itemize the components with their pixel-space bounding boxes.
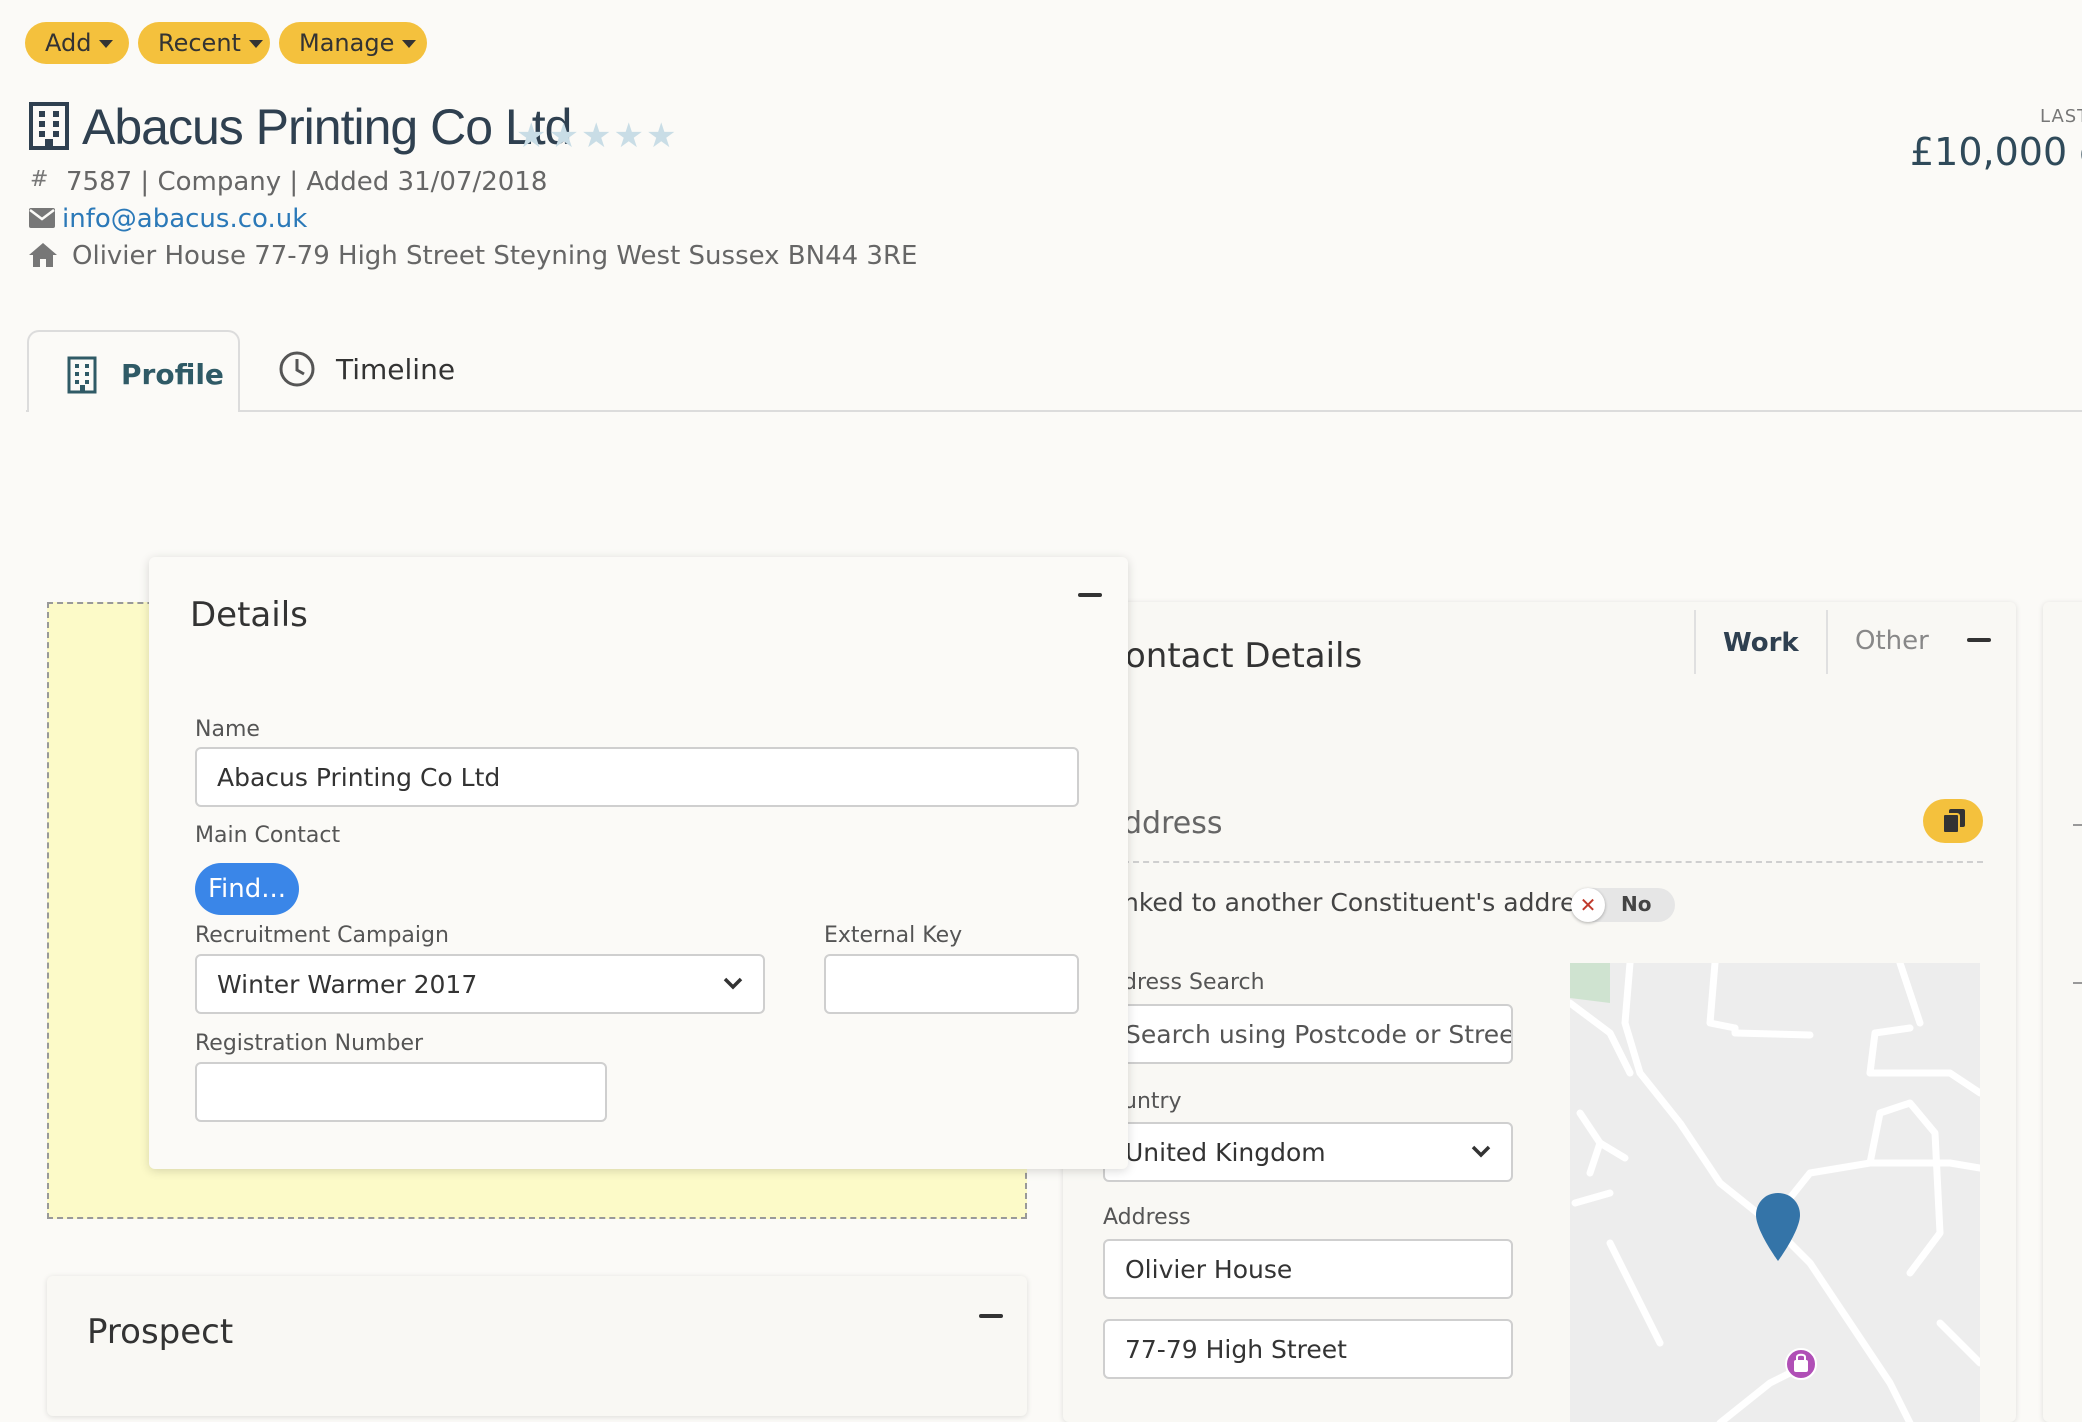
side-card-divider [2073, 982, 2082, 984]
rating-stars[interactable]: ★★★★★ [516, 116, 678, 156]
country-label: untry [1123, 1089, 1182, 1114]
registration-number-field[interactable] [195, 1062, 607, 1122]
find-contact-button[interactable]: Find... [195, 863, 299, 915]
chevron-down-icon [1471, 1145, 1491, 1158]
star-icon[interactable]: ★ [581, 116, 613, 156]
name-field[interactable]: Abacus Printing Co Ltd [195, 747, 1079, 807]
building-icon [67, 356, 97, 394]
star-icon[interactable]: ★ [516, 116, 548, 156]
country-value: United Kingdom [1125, 1137, 1326, 1167]
recruitment-campaign-label: Recruitment Campaign [195, 923, 449, 948]
external-key-field[interactable] [824, 954, 1079, 1014]
shopping-bag-icon [1785, 1348, 1817, 1380]
address-line2-field[interactable]: 77-79 High Street [1103, 1319, 1513, 1379]
contact-details-title: ontact Details [1125, 636, 1363, 676]
section-divider [1123, 861, 1983, 863]
tab-other[interactable]: Other [1855, 626, 1929, 656]
email-link[interactable]: info@abacus.co.uk [62, 204, 307, 234]
address-map[interactable] [1570, 963, 1980, 1422]
star-icon[interactable]: ★ [548, 116, 580, 156]
collapse-button[interactable] [1078, 593, 1102, 597]
side-card-divider [2073, 824, 2082, 826]
tab-strip [1694, 610, 1696, 674]
tab-profile-label: Profile [121, 358, 224, 391]
prospect-card: Prospect [47, 1276, 1027, 1416]
recent-button[interactable]: Recent [138, 22, 270, 64]
building-icon [29, 102, 69, 150]
linked-address-toggle[interactable]: ✕ No [1571, 888, 1675, 922]
address-search-placeholder: Search using Postcode or Street [1125, 1019, 1513, 1049]
record-meta: 7587 | Company | Added 31/07/2018 [66, 167, 548, 197]
name-value: Abacus Printing Co Ltd [217, 762, 501, 792]
prospect-title: Prospect [87, 1312, 234, 1352]
address-line1-field[interactable]: Olivier House [1103, 1239, 1513, 1299]
copy-address-button[interactable] [1923, 799, 1983, 843]
details-card[interactable]: Details Name Abacus Printing Co Ltd Main… [149, 557, 1128, 1169]
address-line: Olivier House 77-79 High Street Steyning… [72, 241, 918, 271]
find-button-label: Find... [207, 874, 287, 904]
tab-divider [1826, 610, 1828, 674]
tab-timeline-label: Timeline [336, 353, 456, 386]
add-button[interactable]: Add [25, 22, 129, 64]
caret-down-icon [99, 40, 114, 48]
map-pin-icon[interactable] [1754, 1191, 1802, 1263]
external-key-label: External Key [824, 923, 963, 948]
address-label: Address [1103, 1205, 1191, 1230]
tab-work[interactable]: Work [1723, 628, 1799, 658]
registration-number-label: Registration Number [195, 1031, 424, 1056]
address-line1-value: Olivier House [1125, 1254, 1293, 1284]
page-title: Abacus Printing Co Ltd [82, 99, 572, 155]
collapse-button[interactable] [1967, 638, 1991, 642]
side-card-partial [2043, 602, 2082, 1422]
recruitment-campaign-select[interactable]: Winter Warmer 2017 [195, 954, 765, 1014]
envelope-icon [29, 208, 55, 228]
home-icon [29, 243, 57, 267]
linked-address-label: nked to another Constituent's address [1123, 888, 1602, 917]
recent-button-label: Recent [158, 29, 241, 57]
tab-timeline[interactable]: Timeline [270, 345, 460, 395]
add-button-label: Add [45, 29, 92, 57]
caret-down-icon [402, 40, 417, 48]
copy-icon [1943, 809, 1965, 833]
last-gift-amount: £10,000 on [1910, 130, 2082, 174]
hash-icon: # [30, 167, 49, 192]
toggle-knob: ✕ [1571, 888, 1605, 922]
name-label: Name [195, 717, 260, 742]
details-title: Details [190, 595, 308, 635]
collapse-button[interactable] [979, 1314, 1003, 1318]
chevron-down-icon [723, 977, 743, 990]
caret-down-icon [248, 40, 263, 48]
manage-button[interactable]: Manage [279, 22, 427, 64]
manage-button-label: Manage [299, 29, 395, 57]
recruitment-campaign-value: Winter Warmer 2017 [217, 969, 478, 999]
last-gift-label: LAST [2040, 106, 2082, 127]
main-contact-label: Main Contact [195, 823, 341, 848]
address-search-label: dress Search [1123, 970, 1265, 995]
tab-profile[interactable]: Profile [27, 330, 240, 412]
contact-details-card: ontact Details Work Other ddress nked to… [1063, 602, 2016, 1422]
clock-icon [279, 351, 315, 387]
address-section-title: ddress [1123, 806, 1223, 841]
address-search-input[interactable]: Search using Postcode or Street [1103, 1004, 1513, 1064]
toggle-value: No [1621, 892, 1652, 916]
tab-divider [26, 410, 2082, 412]
star-icon[interactable]: ★ [646, 116, 678, 156]
country-select[interactable]: United Kingdom [1103, 1122, 1513, 1182]
address-line2-value: 77-79 High Street [1125, 1334, 1347, 1364]
star-icon[interactable]: ★ [613, 116, 645, 156]
